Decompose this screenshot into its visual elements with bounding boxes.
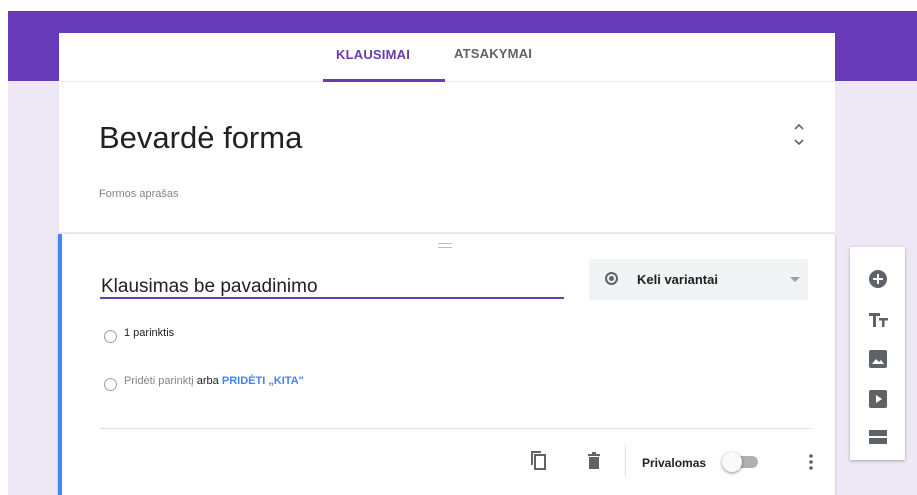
expand-collapse-button[interactable] <box>791 118 807 150</box>
add-question-icon <box>869 270 887 288</box>
chevron-up-icon <box>794 123 804 130</box>
tabs-bar: KLAUSIMAI ATSAKYMAI <box>59 33 835 82</box>
footer-vertical-divider <box>625 445 626 477</box>
side-toolbar <box>850 247 905 460</box>
question-type-label: Keli variantai <box>637 272 718 287</box>
add-question-button[interactable] <box>866 267 890 291</box>
dropdown-arrow-icon <box>790 277 800 282</box>
option-label[interactable]: 1 parinktis <box>124 327 174 339</box>
add-image-button[interactable] <box>866 347 890 371</box>
page-background: KLAUSIMAI ATSAKYMAI Bevardė forma Formos… <box>8 11 917 495</box>
add-image-icon <box>869 350 887 368</box>
chevron-down-icon <box>794 139 804 146</box>
required-toggle[interactable] <box>722 452 760 472</box>
radio-button-icon <box>605 272 618 285</box>
add-video-button[interactable] <box>866 387 890 411</box>
required-label: Privalomas <box>642 456 707 470</box>
question-title-input[interactable]: Klausimas be pavadinimo <box>101 276 318 298</box>
add-other-link[interactable]: PRIDĖTI „KITA" <box>222 375 304 387</box>
add-option-radio-icon <box>104 378 117 391</box>
add-section-icon <box>869 430 887 444</box>
more-vert-icon <box>809 454 813 470</box>
delete-button[interactable] <box>582 448 606 472</box>
toggle-knob <box>722 452 742 472</box>
duplicate-button[interactable] <box>526 448 550 472</box>
option-radio-icon <box>104 330 117 343</box>
tab-questions[interactable]: KLAUSIMAI <box>336 47 410 62</box>
question-card[interactable]: Klausimas be pavadinimo Keli variantai 1… <box>58 234 835 495</box>
form-title[interactable]: Bevardė forma <box>99 120 302 156</box>
add-video-icon <box>869 390 887 408</box>
question-title-underline <box>100 297 564 299</box>
drag-handle-icon[interactable] <box>438 243 452 249</box>
add-option-row: Pridėti parinktį arba PRIDĖTI „KITA" <box>124 375 304 387</box>
form-header-card: Bevardė forma Formos aprašas <box>59 82 835 232</box>
card-footer-divider <box>100 428 811 429</box>
add-title-icon <box>869 313 888 327</box>
copy-icon <box>531 451 546 470</box>
question-type-dropdown[interactable]: Keli variantai <box>589 259 808 300</box>
add-title-button[interactable] <box>866 308 890 332</box>
more-options-button[interactable] <box>803 450 819 474</box>
add-option-or: arba <box>196 375 219 387</box>
tab-responses[interactable]: ATSAKYMAI <box>454 46 532 61</box>
add-section-button[interactable] <box>866 425 890 449</box>
form-description-field[interactable]: Formos aprašas <box>99 188 178 200</box>
delete-icon <box>588 452 600 469</box>
add-option-input[interactable]: Pridėti parinktį <box>124 375 194 387</box>
active-card-accent <box>58 234 62 495</box>
